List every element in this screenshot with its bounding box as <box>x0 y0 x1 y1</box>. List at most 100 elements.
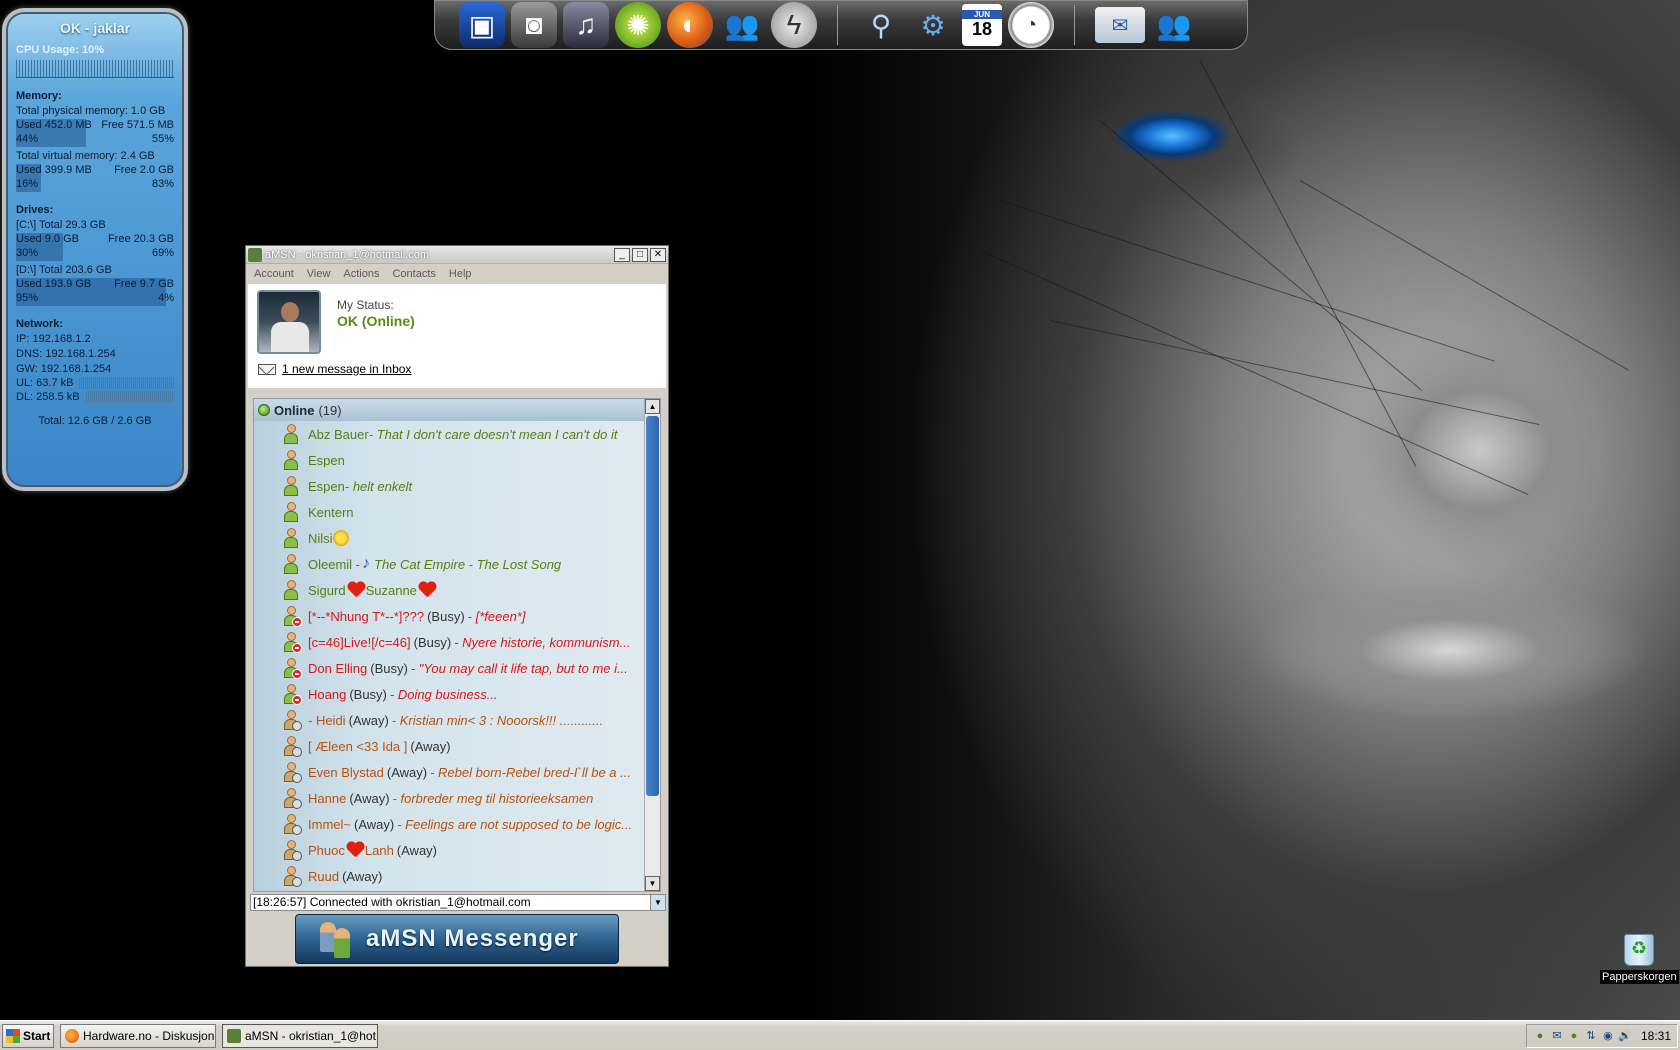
users-icon[interactable]: 👥 <box>1151 2 1197 48</box>
security-tray-icon[interactable]: ◉ <box>1601 1029 1615 1043</box>
contact-personal-message: - That I don't care doesn't mean I can't… <box>368 426 618 442</box>
download-row: DL: 258.5 kB <box>16 391 174 403</box>
contact-row[interactable]: Espen <box>254 447 644 473</box>
search-icon[interactable]: ⚲ <box>858 2 904 48</box>
physical-used: Used 452.0 MB <box>16 119 92 131</box>
away-buddy-icon <box>282 865 302 887</box>
contact-name: Phuoc <box>308 842 345 858</box>
monitor-icon[interactable]: ▣ <box>459 2 505 48</box>
contact-row[interactable]: Phuoc Lanh (Away) <box>254 837 644 863</box>
drive-d-free: Free 9.7 GB <box>114 278 174 290</box>
contact-row[interactable]: Immel~ (Away) - Feelings are not supposed… <box>254 811 644 837</box>
drive-c-free-pct: 69% <box>151 247 174 259</box>
contact-row[interactable]: [ Æleen <33 Ida ] (Away) <box>254 733 644 759</box>
contact-personal-message: - Rebel born-Rebel bred-I`ll be a ... <box>430 764 631 780</box>
messenger-icon[interactable]: 👥 <box>719 2 765 48</box>
virtual-free: Free 2.0 GB <box>114 164 174 176</box>
scroll-thumb[interactable] <box>646 416 659 796</box>
window-titlebar[interactable]: aMSN - okristian_1@hotmail.com _ □ ✕ <box>246 246 668 264</box>
busy-buddy-icon <box>282 631 302 653</box>
taskbar-item-hardware[interactable]: Hardware.no - Diskusjon... <box>60 1023 216 1048</box>
mail-icon[interactable]: ✉ <box>1095 7 1145 43</box>
contact-row[interactable]: Sigurd Suzanne <box>254 577 644 603</box>
menu-contacts[interactable]: Contacts <box>392 268 435 280</box>
menu-help[interactable]: Help <box>449 268 472 280</box>
menu-view[interactable]: View <box>307 268 331 280</box>
maximize-button[interactable]: □ <box>632 247 648 262</box>
close-button[interactable]: ✕ <box>650 247 666 262</box>
contact-name: Nilsi <box>308 530 333 546</box>
menu-actions[interactable]: Actions <box>343 268 379 280</box>
contact-row[interactable]: Nilsi <box>254 525 644 551</box>
contact-name: [*--*Nhung T*--*]??? <box>308 608 425 624</box>
messenger-tray-icon[interactable]: ● <box>1533 1029 1547 1043</box>
contact-row[interactable]: Hanne (Away) - forbreder meg til historie… <box>254 785 644 811</box>
camera-icon[interactable]: ◙ <box>511 2 557 48</box>
inbox-link[interactable]: 1 new message in Inbox <box>282 362 411 376</box>
connection-status-line: [18:26:57] Connected with okristian_1@ho… <box>250 894 666 911</box>
contact-row[interactable]: Abz Bauer - That I don't care doesn't me… <box>254 421 644 447</box>
contact-name: [ Æleen <33 Ida ] <box>308 738 408 754</box>
online-buddy-icon <box>282 553 300 575</box>
firefox-icon[interactable]: ◐ <box>667 2 713 48</box>
away-buddy-icon <box>282 787 302 809</box>
my-status-label: My Status: <box>337 298 394 312</box>
taskbar-item-label: aMSN - okristian_1@hot... <box>245 1028 378 1043</box>
contact-row[interactable]: - Heidi (Away) - Kristian min< 3 : Nooors… <box>254 707 644 733</box>
contact-name: Abz Bauer <box>308 426 369 442</box>
media-player-icon[interactable]: ✺ <box>615 2 661 48</box>
menu-account[interactable]: Account <box>254 268 294 280</box>
music-icon[interactable]: ♫ <box>563 2 609 48</box>
power-icon[interactable]: ϟ <box>771 2 817 48</box>
amsn-tray-icon[interactable]: ● <box>1567 1029 1581 1043</box>
online-buddy-icon <box>282 423 300 445</box>
clock-icon[interactable]: ◔ <box>1008 2 1054 48</box>
contact-list: Online (19) Abz Bauer - That I don't car… <box>253 398 661 892</box>
mail-tray-icon[interactable]: ✉ <box>1550 1029 1564 1043</box>
contact-row[interactable]: [*--*Nhung T*--*]??? (Busy) - [*feeen*] <box>254 603 644 629</box>
away-buddy-icon <box>282 813 302 835</box>
group-header-online[interactable]: Online (19) <box>254 399 644 421</box>
wallpaper-detail <box>1099 120 1423 391</box>
contact-row[interactable]: Espen - helt enkelt <box>254 473 644 499</box>
settings-icon[interactable]: ⚙ <box>910 2 956 48</box>
amsn-banner[interactable]: aMSN Messenger <box>295 914 619 964</box>
minimize-button[interactable]: _ <box>614 247 630 262</box>
drive-c-total: [C:\] Total 29.3 GB <box>16 219 106 231</box>
contact-row[interactable]: Don Elling (Busy) - "You may call it life… <box>254 655 644 681</box>
calendar-month: JUN <box>962 10 1002 19</box>
contact-row[interactable]: Kentern <box>254 499 644 525</box>
contact-state: (Away) <box>353 816 395 832</box>
contact-name: Ruud <box>308 868 340 884</box>
contact-list-scrollbar[interactable]: ▲ ▼ <box>644 399 660 891</box>
scroll-down-arrow[interactable]: ▼ <box>645 876 660 891</box>
recycle-bin[interactable]: Papperskorgen <box>1600 934 1679 984</box>
contact-row[interactable]: Hoang (Busy) - Doing business... <box>254 681 644 707</box>
scroll-up-arrow[interactable]: ▲ <box>645 399 660 414</box>
contact-row[interactable]: Oleemil - ♪ The Cat Empire - The Lost Song <box>254 551 644 577</box>
status-dropdown-arrow[interactable]: ▼ <box>650 895 665 910</box>
physical-free: Free 571.5 MB <box>101 119 174 131</box>
contact-name: Even Blystad <box>308 764 384 780</box>
contact-row[interactable]: Even Blystad (Away) - Rebel born-Rebel br… <box>254 759 644 785</box>
contact-name: Hoang <box>308 686 347 702</box>
drive-c-used: Used 9.0 GB <box>16 233 79 245</box>
my-status-value[interactable]: OK (Online) <box>337 313 415 329</box>
contact-row[interactable]: Ruud (Away) <box>254 863 644 889</box>
calendar-icon[interactable]: JUN 18 <box>962 4 1002 46</box>
busy-buddy-icon <box>282 683 302 705</box>
heart-emoticon-icon <box>347 582 365 598</box>
memory-heading: Memory: <box>16 90 62 102</box>
start-label: Start <box>23 1028 51 1043</box>
network-tray-icon[interactable]: ⇅ <box>1584 1029 1598 1043</box>
contact-state: (Away) <box>386 764 428 780</box>
cpu-usage: CPU Usage: 10% <box>16 44 105 56</box>
avatar[interactable] <box>257 290 321 354</box>
banner-text: aMSN Messenger <box>366 925 579 952</box>
taskbar-item-amsn[interactable]: aMSN - okristian_1@hot... <box>222 1023 378 1048</box>
network-total: Total: 12.6 GB / 2.6 GB <box>38 415 152 427</box>
volume-icon[interactable]: 🔊 <box>1618 1029 1632 1043</box>
amsn-app-icon <box>248 247 262 262</box>
start-button[interactable]: Start <box>2 1023 54 1048</box>
contact-row[interactable]: [c=46]Live![/c=46] (Busy) - Nyere histori… <box>254 629 644 655</box>
